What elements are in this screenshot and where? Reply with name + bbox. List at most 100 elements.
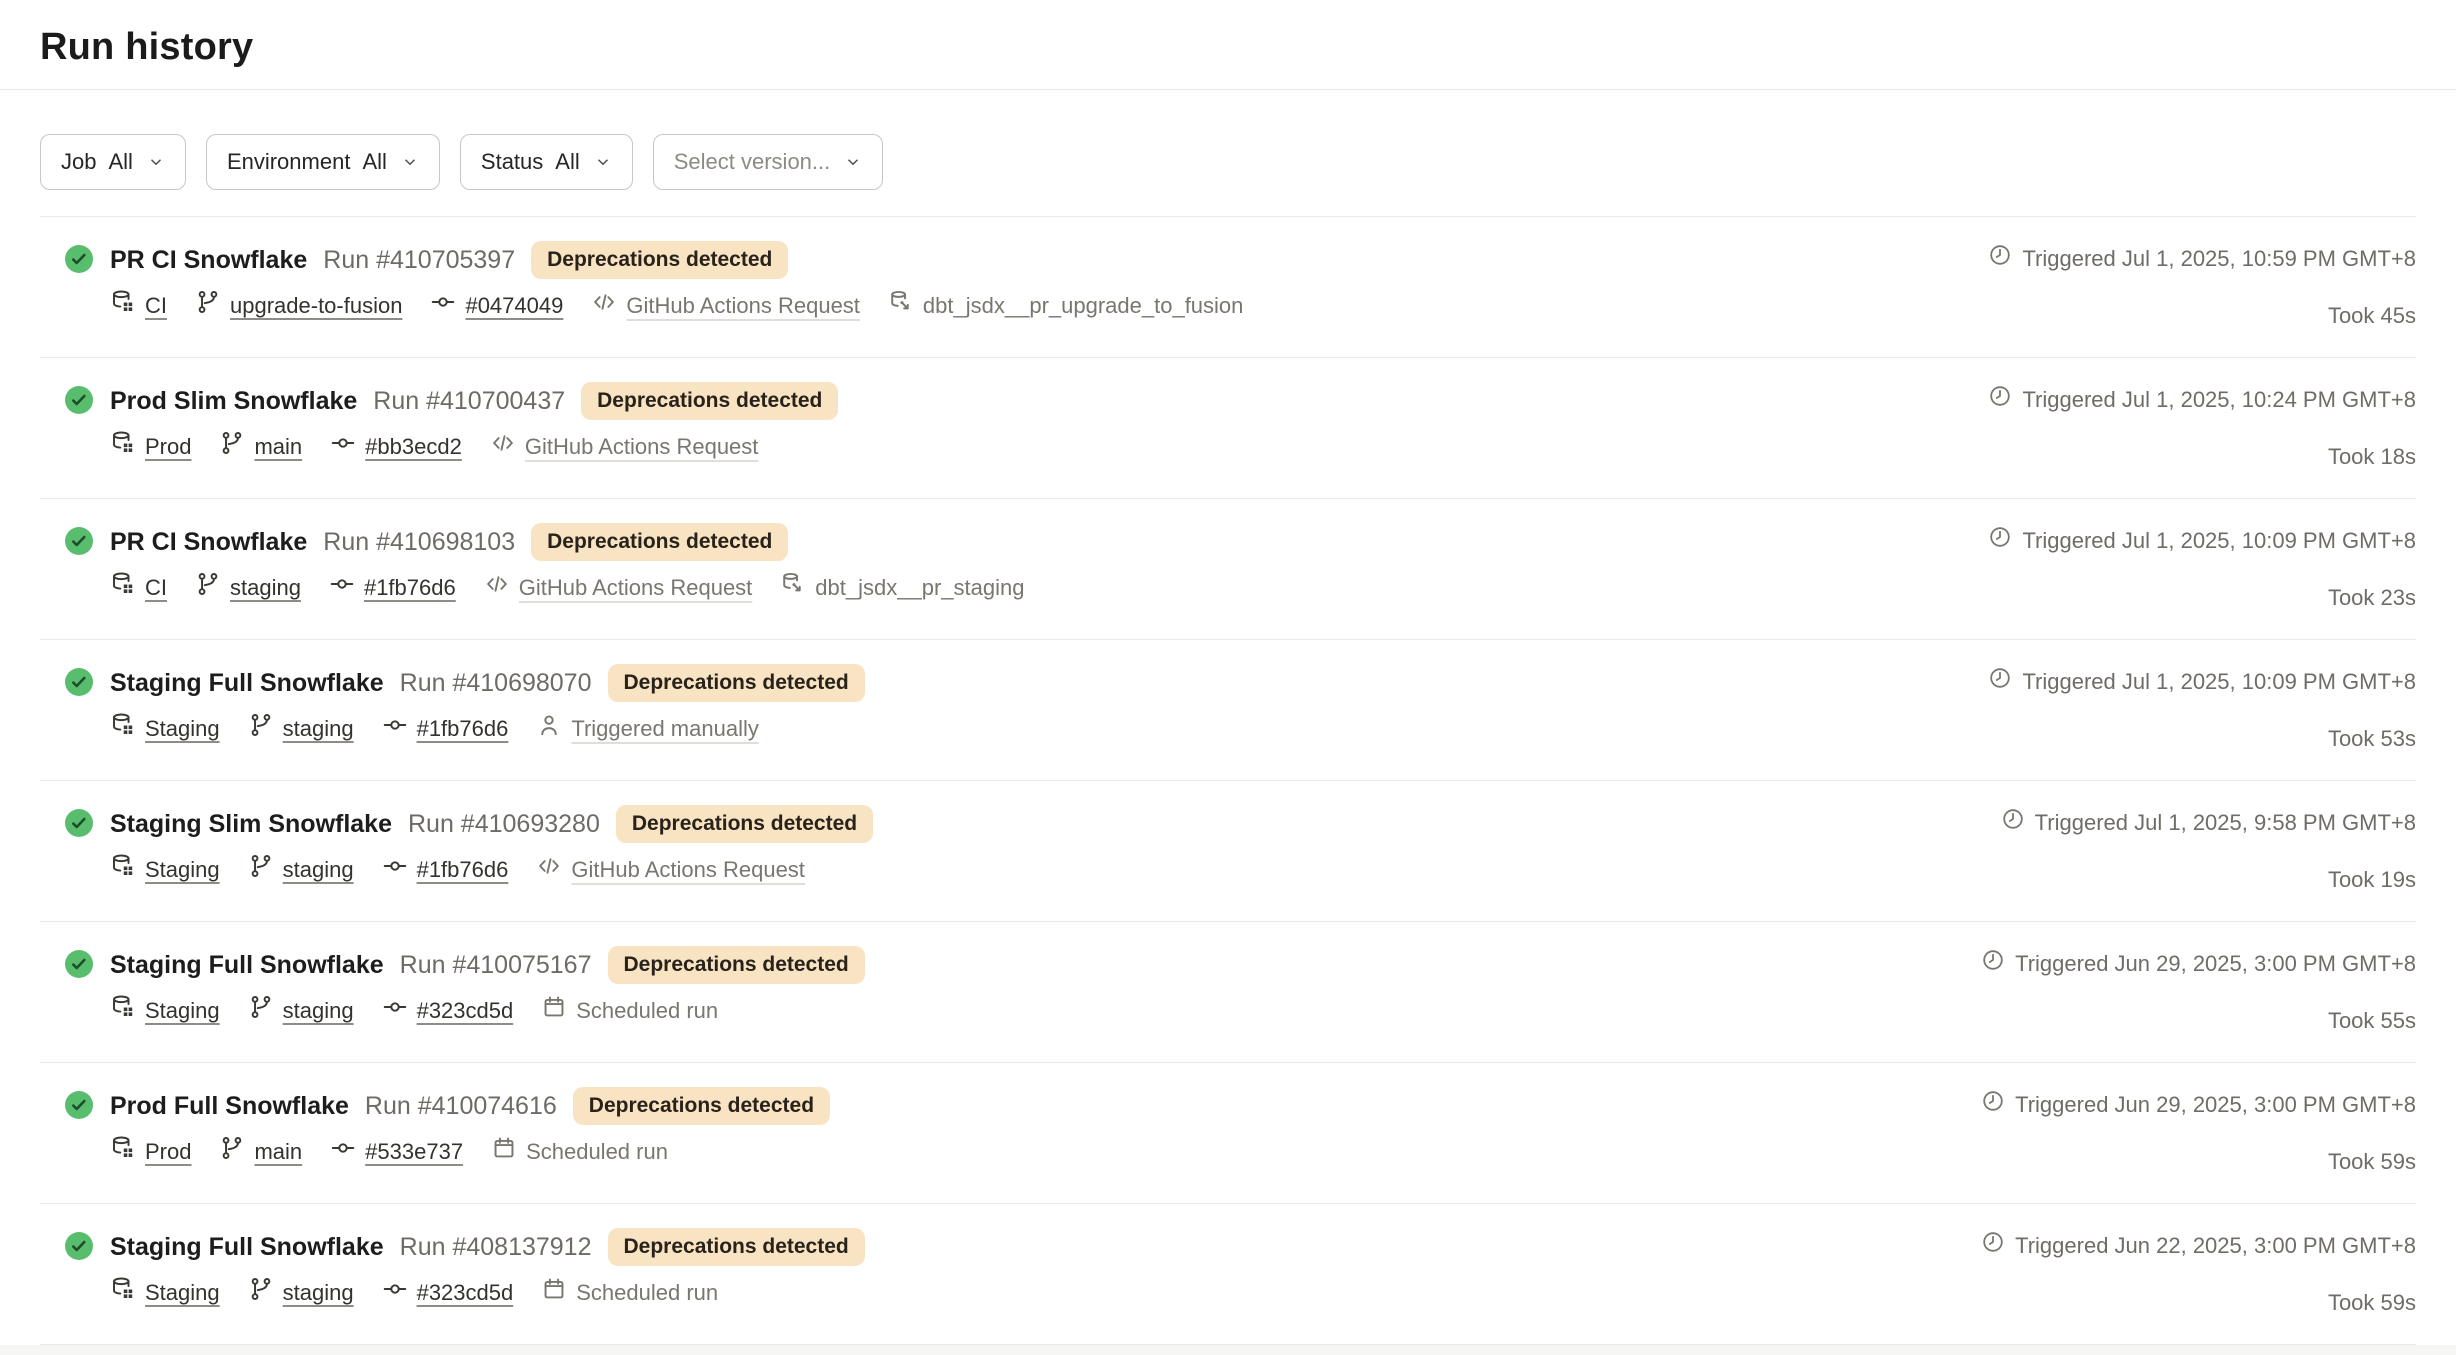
run-timing: Triggered Jul 1, 2025, 10:59 PM GMT+8 To…: [1988, 241, 2416, 331]
commit-link[interactable]: #1fb76d6: [417, 714, 509, 744]
deprecations-badge: Deprecations detected: [608, 1228, 865, 1266]
took-text: Took 53s: [2328, 724, 2416, 754]
commit-link[interactable]: #1fb76d6: [417, 855, 509, 885]
branch-link[interactable]: staging: [230, 573, 301, 603]
run-row[interactable]: Staging Full Snowflake Run #410698070 De…: [40, 640, 2416, 781]
branch-link[interactable]: main: [254, 432, 302, 462]
run-row[interactable]: Prod Full Snowflake Run #410074616 Depre…: [40, 1063, 2416, 1204]
triggered-line: Triggered Jun 29, 2025, 3:00 PM GMT+8: [1981, 948, 2416, 980]
trigger-label[interactable]: Scheduled run: [576, 996, 718, 1026]
run-title-line: PR CI Snowflake Run #410705397 Deprecati…: [110, 241, 1243, 279]
run-row[interactable]: PR CI Snowflake Run #410705397 Deprecati…: [40, 217, 2416, 358]
commit-link[interactable]: #0474049: [465, 291, 563, 321]
run-title-line: Staging Full Snowflake Run #410075167 De…: [110, 946, 865, 984]
commit-link-item: #323cd5d: [382, 994, 514, 1028]
database-icon: [110, 1276, 136, 1310]
trigger-label[interactable]: GitHub Actions Request: [571, 855, 805, 885]
database-icon: [110, 712, 136, 746]
environment-link[interactable]: Prod: [145, 432, 191, 462]
run-number: Run #410698070: [400, 664, 592, 702]
run-row[interactable]: Prod Slim Snowflake Run #410700437 Depre…: [40, 358, 2416, 499]
version-filter-button[interactable]: Select version...: [653, 134, 884, 190]
job-name-link[interactable]: PR CI Snowflake: [110, 241, 307, 279]
branch-link[interactable]: staging: [283, 996, 354, 1026]
trigger-label[interactable]: Triggered manually: [571, 714, 759, 744]
commit-link[interactable]: #1fb76d6: [364, 573, 456, 603]
triggered-line: Triggered Jul 1, 2025, 10:09 PM GMT+8: [1988, 666, 2416, 698]
commit-link[interactable]: #323cd5d: [417, 1278, 514, 1308]
environment-link[interactable]: Staging: [145, 714, 220, 744]
run-row[interactable]: Staging Full Snowflake Run #408137912 De…: [40, 1204, 2416, 1345]
run-timing: Triggered Jul 1, 2025, 10:09 PM GMT+8 To…: [1988, 523, 2416, 613]
calendar-icon: [541, 1276, 567, 1310]
trigger-label[interactable]: Scheduled run: [576, 1278, 718, 1308]
commit-icon: [382, 994, 408, 1028]
environment-link[interactable]: Staging: [145, 1278, 220, 1308]
environment-link-item: CI: [110, 571, 167, 605]
commit-link-item: #1fb76d6: [382, 712, 509, 746]
environment-link[interactable]: CI: [145, 291, 167, 321]
trigger-label[interactable]: Scheduled run: [526, 1137, 668, 1167]
deprecations-badge: Deprecations detected: [531, 523, 788, 561]
triggered-text: Triggered Jul 1, 2025, 10:09 PM GMT+8: [2022, 667, 2416, 697]
job-filter-button[interactable]: Job All: [40, 134, 186, 190]
database-icon: [110, 430, 136, 464]
environment-link-item: Staging: [110, 712, 220, 746]
run-main: Staging Full Snowflake Run #408137912 De…: [110, 1228, 865, 1310]
run-number: Run #410693280: [408, 805, 600, 843]
run-row[interactable]: Staging Slim Snowflake Run #410693280 De…: [40, 781, 2416, 922]
success-check-icon: [64, 385, 94, 415]
run-timing: Triggered Jun 29, 2025, 3:00 PM GMT+8 To…: [1981, 1087, 2416, 1177]
run-row[interactable]: PR CI Snowflake Run #410698103 Deprecati…: [40, 499, 2416, 640]
job-name-link[interactable]: Prod Slim Snowflake: [110, 382, 357, 420]
run-main: Staging Slim Snowflake Run #410693280 De…: [110, 805, 873, 887]
branch-link-item: staging: [248, 853, 354, 887]
branch-link[interactable]: staging: [283, 855, 354, 885]
trigger-label[interactable]: GitHub Actions Request: [525, 432, 759, 462]
branch-link[interactable]: upgrade-to-fusion: [230, 291, 402, 321]
job-name-link[interactable]: Staging Slim Snowflake: [110, 805, 392, 843]
trigger-label[interactable]: GitHub Actions Request: [626, 291, 860, 321]
status-filter-button[interactable]: Status All: [460, 134, 633, 190]
environment-link-item: CI: [110, 289, 167, 323]
environment-link[interactable]: Prod: [145, 1137, 191, 1167]
trigger-label[interactable]: GitHub Actions Request: [519, 573, 753, 603]
run-title-line: Prod Slim Snowflake Run #410700437 Depre…: [110, 382, 838, 420]
environment-filter-value: All: [362, 149, 386, 175]
job-name-link[interactable]: Staging Full Snowflake: [110, 1228, 384, 1266]
run-row[interactable]: Staging Full Snowflake Run #410075167 De…: [40, 922, 2416, 1063]
commit-icon: [330, 1135, 356, 1169]
commit-icon: [329, 571, 355, 605]
job-name-link[interactable]: Prod Full Snowflake: [110, 1087, 349, 1125]
branch-link[interactable]: staging: [283, 1278, 354, 1308]
run-meta-line: Staging staging #1fb76d6 Triggered manua…: [110, 712, 865, 746]
success-check-icon: [64, 949, 94, 979]
schema-chip: dbt_jsdx__pr_upgrade_to_fusion: [888, 289, 1243, 323]
database-arrow-icon: [780, 571, 806, 605]
run-meta-line: Staging staging #1fb76d6 GitHub Actions …: [110, 853, 873, 887]
run-meta-line: Staging staging #323cd5d Scheduled run: [110, 994, 865, 1028]
job-name-link[interactable]: Staging Full Snowflake: [110, 664, 384, 702]
version-filter-placeholder: Select version...: [674, 149, 831, 175]
environment-link[interactable]: Staging: [145, 855, 220, 885]
environment-filter-button[interactable]: Environment All: [206, 134, 440, 190]
branch-link[interactable]: staging: [283, 714, 354, 744]
job-name-link[interactable]: Staging Full Snowflake: [110, 946, 384, 984]
environment-link[interactable]: CI: [145, 573, 167, 603]
database-icon: [110, 1135, 136, 1169]
code-icon: [591, 289, 617, 323]
run-timing: Triggered Jun 22, 2025, 3:00 PM GMT+8 To…: [1981, 1228, 2416, 1318]
run-title-line: PR CI Snowflake Run #410698103 Deprecati…: [110, 523, 1024, 561]
environment-link[interactable]: Staging: [145, 996, 220, 1026]
commit-link[interactable]: #323cd5d: [417, 996, 514, 1026]
job-name-link[interactable]: PR CI Snowflake: [110, 523, 307, 561]
run-meta-line: CI upgrade-to-fusion #0474049 GitHub Act…: [110, 289, 1243, 323]
branch-link-item: upgrade-to-fusion: [195, 289, 402, 323]
commit-link[interactable]: #533e737: [365, 1137, 463, 1167]
commit-icon: [430, 289, 456, 323]
code-icon: [490, 430, 516, 464]
commit-link[interactable]: #bb3ecd2: [365, 432, 462, 462]
triggered-text: Triggered Jun 29, 2025, 3:00 PM GMT+8: [2015, 949, 2416, 979]
branch-link[interactable]: main: [254, 1137, 302, 1167]
run-main: Prod Full Snowflake Run #410074616 Depre…: [110, 1087, 830, 1169]
